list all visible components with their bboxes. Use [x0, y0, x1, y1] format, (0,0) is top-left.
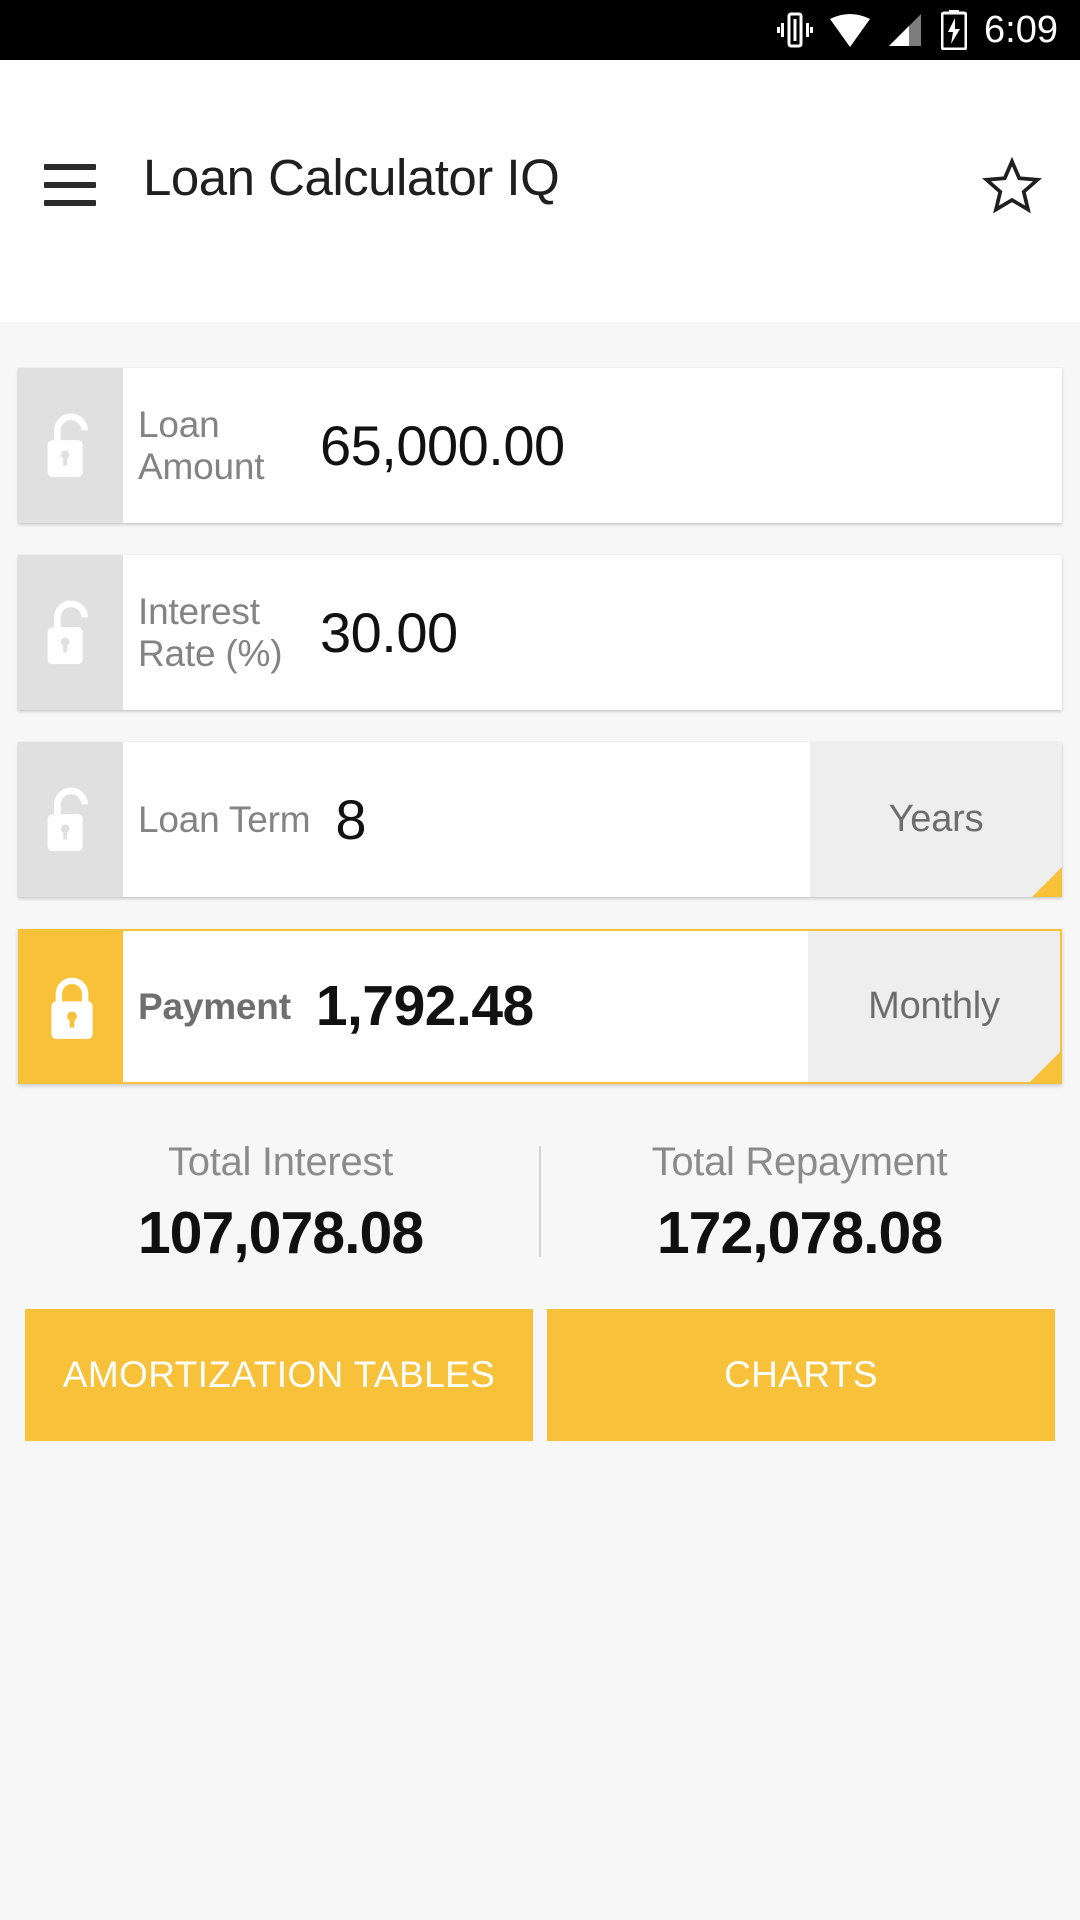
- star-outline-icon[interactable]: [982, 156, 1042, 216]
- unlock-icon[interactable]: [18, 368, 123, 523]
- hamburger-menu-icon[interactable]: [44, 164, 96, 206]
- wifi-icon: [829, 12, 871, 48]
- unit-dropdown-payment[interactable]: Monthly: [808, 931, 1060, 1082]
- field-label: Payment: [138, 985, 291, 1027]
- field-input-loan-term[interactable]: Loan Term 8: [123, 742, 810, 897]
- app-bar: Loan Calculator IQ: [0, 60, 1080, 322]
- field-card-loan-amount[interactable]: Loan Amount 65,000.00: [18, 368, 1062, 523]
- dropdown-corner-indicator-icon: [1032, 867, 1062, 897]
- field-card-payment[interactable]: Payment 1,792.48 Monthly: [18, 929, 1062, 1084]
- charts-button[interactable]: CHARTS: [547, 1309, 1055, 1441]
- status-bar-clock: 6:09: [984, 9, 1058, 51]
- total-interest-value: 107,078.08: [137, 1200, 424, 1266]
- dropdown-corner-indicator-icon: [1030, 1052, 1060, 1082]
- field-label: Loan Term: [138, 798, 311, 840]
- total-interest-label: Total Interest: [168, 1140, 393, 1184]
- field-value: 65,000.00: [320, 413, 565, 477]
- unlock-icon[interactable]: [18, 742, 123, 897]
- totals-summary: Total Interest 107,078.08 Total Repaymen…: [18, 1142, 1062, 1263]
- total-interest-block: Total Interest 107,078.08: [22, 1142, 539, 1263]
- field-value: 1,792.48: [315, 974, 534, 1038]
- hamburger-line: [44, 200, 96, 206]
- amortization-tables-button[interactable]: AMORTIZATION TABLES: [25, 1309, 533, 1441]
- field-value: 8: [335, 787, 366, 851]
- hamburger-line: [44, 164, 96, 170]
- field-input-payment[interactable]: Payment 1,792.48: [123, 931, 808, 1082]
- unlock-icon[interactable]: [18, 555, 123, 710]
- field-input-loan-amount[interactable]: Loan Amount 65,000.00: [123, 368, 1062, 523]
- calculator-content: Loan Amount 65,000.00 Interest Rate (%) …: [0, 322, 1080, 1920]
- vibrate-icon: [777, 10, 814, 50]
- field-card-loan-term[interactable]: Loan Term 8 Years: [18, 742, 1062, 897]
- total-repayment-block: Total Repayment 172,078.08: [541, 1142, 1058, 1263]
- battery-charging-icon: [941, 10, 968, 50]
- unit-label: Monthly: [868, 985, 1000, 1027]
- field-input-interest-rate[interactable]: Interest Rate (%) 30.00: [123, 555, 1062, 710]
- page-title: Loan Calculator IQ: [143, 149, 560, 206]
- action-button-row: AMORTIZATION TABLES CHARTS: [18, 1309, 1062, 1441]
- total-repayment-value: 172,078.08: [656, 1200, 943, 1266]
- status-icon-group: [777, 10, 968, 50]
- field-value: 30.00: [320, 600, 458, 664]
- field-card-interest-rate[interactable]: Interest Rate (%) 30.00: [18, 555, 1062, 710]
- field-label: Loan Amount: [138, 403, 265, 487]
- lock-closed-icon[interactable]: [20, 931, 123, 1082]
- status-bar: 6:09: [0, 0, 1080, 60]
- total-repayment-label: Total Repayment: [651, 1140, 948, 1184]
- unit-label: Years: [888, 798, 984, 840]
- unit-dropdown-loan-term[interactable]: Years: [810, 742, 1062, 897]
- cellular-signal-icon: [887, 12, 925, 48]
- app-screen: 6:09 Loan Calculator IQ Loan Amount 65,0…: [0, 0, 1080, 1920]
- hamburger-line: [44, 182, 96, 188]
- field-label: Interest Rate (%): [138, 590, 283, 674]
